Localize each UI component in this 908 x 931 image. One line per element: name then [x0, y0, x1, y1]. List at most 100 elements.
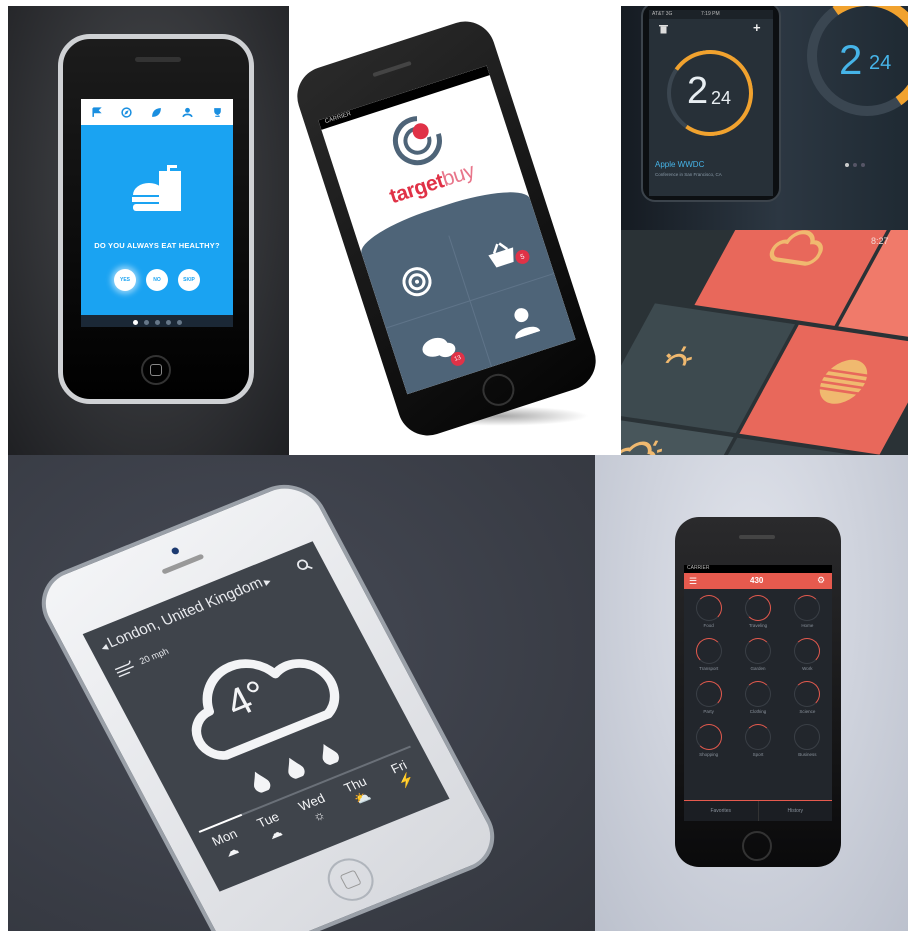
cloud-icon	[769, 230, 823, 266]
user-icon	[514, 307, 541, 339]
category-label: Traveling	[748, 623, 768, 628]
category-label: Shopping	[699, 752, 719, 757]
trophy-icon[interactable]	[212, 107, 223, 118]
trash-icon[interactable]	[659, 24, 668, 34]
category-ring	[794, 681, 821, 707]
days-number: 2	[687, 70, 709, 112]
brand-prefix: target	[386, 169, 447, 209]
menu-icon[interactable]: ☰	[689, 576, 697, 587]
bottom-pager-bar	[81, 315, 233, 327]
home-button[interactable]	[141, 355, 171, 385]
yes-button[interactable]: YES	[114, 269, 136, 291]
countdown-arc	[660, 43, 760, 143]
search-icon[interactable]	[294, 556, 314, 574]
carrier-label: CARRIER	[324, 111, 352, 126]
category-ring	[744, 681, 771, 707]
category-ring	[794, 638, 821, 664]
category-garden[interactable]: Garden	[733, 638, 782, 671]
category-ring	[695, 638, 722, 664]
iphone-5-black: CARRIER ☰ 430 ⚙ Food Traveling Home Tran…	[675, 517, 841, 867]
category-food[interactable]: Food	[684, 595, 733, 628]
camera-dot	[170, 546, 181, 556]
category-label: Home	[801, 623, 814, 628]
time-label: 7:19 PM	[701, 11, 720, 17]
status-bar: CARRIER	[684, 565, 832, 573]
target-logo-icon	[392, 116, 442, 166]
basket-badge-count: 5	[519, 252, 526, 261]
home-button[interactable]	[478, 369, 519, 411]
category-traveling[interactable]: Traveling	[733, 595, 782, 628]
home-button[interactable]	[742, 831, 772, 861]
page-dots[interactable]	[130, 312, 185, 327]
skip-label: SKIP	[183, 277, 195, 283]
yes-label: YES	[119, 277, 130, 283]
iphone-5-tilted: CARRIER targetbuy 5 13	[289, 13, 604, 444]
home-square-icon	[150, 364, 162, 376]
sun-icon	[665, 346, 692, 366]
countdown-ring: 2 24	[660, 43, 760, 143]
flag-icon[interactable]	[91, 106, 102, 118]
add-icon[interactable]: +	[753, 20, 761, 35]
iphone-in-hand: AT&T 3G 7:19 PM + 2 24 Apple WWDC Confer…	[641, 6, 781, 202]
leaf-icon[interactable]	[151, 107, 162, 118]
hours-number: 24	[711, 88, 732, 108]
category-ring	[794, 724, 821, 750]
carrier-label: CARRIER	[687, 565, 710, 571]
panel-weather-tiles-app: 8:27	[621, 230, 908, 455]
header-bar: ☰ 430 ⚙	[684, 573, 832, 589]
compass-icon[interactable]	[121, 106, 132, 118]
tab-favorites[interactable]: Favorites	[684, 801, 759, 821]
raindrop-icon	[322, 744, 339, 766]
no-label: NO	[153, 277, 161, 283]
tab-history[interactable]: History	[759, 801, 833, 821]
bg-big-number: 2	[839, 36, 863, 83]
home-button[interactable]	[319, 851, 382, 908]
category-science[interactable]: Science	[783, 681, 832, 714]
settings-icon[interactable]: ⚙	[817, 575, 825, 586]
skip-button[interactable]: SKIP	[178, 269, 200, 291]
app-screen: CARRIER targetbuy 5 13	[318, 65, 576, 395]
speaker	[135, 57, 181, 62]
wind-speed: 20 mph	[137, 645, 171, 667]
home-square-icon	[339, 869, 362, 890]
category-ring	[695, 681, 722, 707]
no-button[interactable]: NO	[146, 269, 168, 291]
app-screen: DO YOU ALWAYS EAT HEALTHY? YES NO SKIP	[81, 99, 233, 327]
raindrop-icon	[254, 771, 271, 793]
category-ring	[695, 595, 722, 621]
striped-cloud-icon	[817, 359, 870, 404]
category-transport[interactable]: Transport	[684, 638, 733, 671]
category-business[interactable]: Business	[783, 724, 832, 757]
question-text: DO YOU ALWAYS EAT HEALTHY?	[94, 241, 220, 250]
iphone-3g: DO YOU ALWAYS EAT HEALTHY? YES NO SKIP	[58, 34, 254, 404]
category-label: Sport	[752, 752, 764, 757]
iphone-5-white-tilted: ◀ London, United Kingdom ▶ 20 mph 4° Mon…	[27, 472, 509, 931]
app-screen: AT&T 3G 7:19 PM + 2 24 Apple WWDC Confer…	[649, 10, 773, 196]
category-home[interactable]: Home	[783, 595, 832, 628]
category-sport[interactable]: Sport	[733, 724, 782, 757]
speaker	[739, 535, 775, 539]
answer-buttons: YES NO SKIP	[81, 269, 233, 291]
category-label: Food	[703, 623, 714, 628]
tile-layer	[621, 230, 908, 455]
category-work[interactable]: Work	[783, 638, 832, 671]
chat-badge-count: 13	[453, 354, 462, 363]
tile-grid: 5 13	[355, 179, 576, 395]
speaker	[161, 553, 205, 575]
panel-healthy-eating-app: DO YOU ALWAYS EAT HEALTHY? YES NO SKIP	[8, 6, 289, 455]
category-label: Party	[703, 709, 714, 714]
category-clothing[interactable]: Clothing	[733, 681, 782, 714]
app-screen: ◀ London, United Kingdom ▶ 20 mph 4° Mon…	[82, 541, 450, 892]
cyclist-icon[interactable]	[182, 107, 193, 118]
event-title: Apple WWDC	[655, 160, 705, 169]
status-time: 8:27	[871, 236, 889, 246]
bottom-tab-bar: Favorites History	[684, 800, 832, 821]
category-party[interactable]: Party	[684, 681, 733, 714]
category-shopping[interactable]: Shopping	[684, 724, 733, 757]
speaker	[372, 60, 412, 78]
category-ring	[794, 595, 821, 621]
category-ring	[744, 724, 771, 750]
category-label: Work	[802, 666, 813, 671]
category-label: Garden	[750, 666, 766, 671]
app-screen: CARRIER ☰ 430 ⚙ Food Traveling Home Tran…	[684, 565, 832, 821]
